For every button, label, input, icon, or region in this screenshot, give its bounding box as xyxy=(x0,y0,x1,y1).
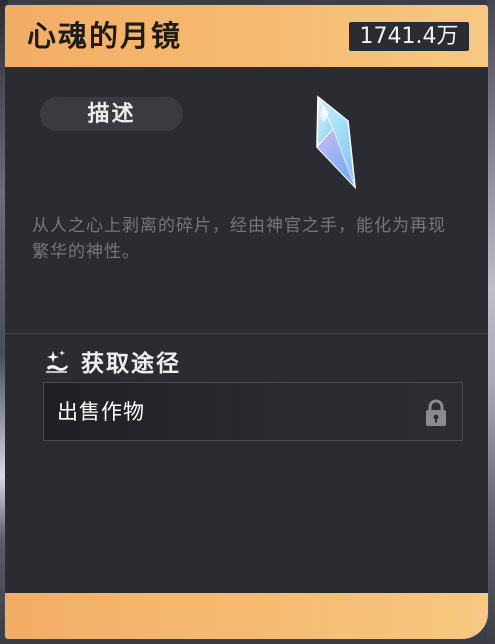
acquire-label: 获取途径 xyxy=(81,350,181,377)
acquire-source-label: 出售作物 xyxy=(57,400,145,424)
item-detail-card: 心魂的月镜 1741.4万 描述 从人之心上剥离的碎片，经由神官之手，能化为再现… xyxy=(5,5,488,639)
item-description: 从人之心上剥离的碎片，经由神官之手，能化为再现繁华的神性。 xyxy=(32,216,446,262)
item-title: 心魂的月镜 xyxy=(27,19,183,53)
tab-description[interactable]: 描述 xyxy=(40,97,183,131)
card-footer xyxy=(5,593,488,639)
crystal-shard-icon xyxy=(316,95,357,190)
acquire-section-header: 获取途径 xyxy=(43,343,181,379)
background-right-edge xyxy=(487,0,495,644)
card-header: 心魂的月镜 1741.4万 xyxy=(5,5,488,67)
lock-icon xyxy=(426,399,446,426)
acquire-source-item[interactable]: 出售作物 xyxy=(43,382,463,441)
sparkle-hand-icon xyxy=(46,350,68,373)
price-badge: 1741.4万 xyxy=(349,22,469,51)
section-divider xyxy=(5,333,488,334)
